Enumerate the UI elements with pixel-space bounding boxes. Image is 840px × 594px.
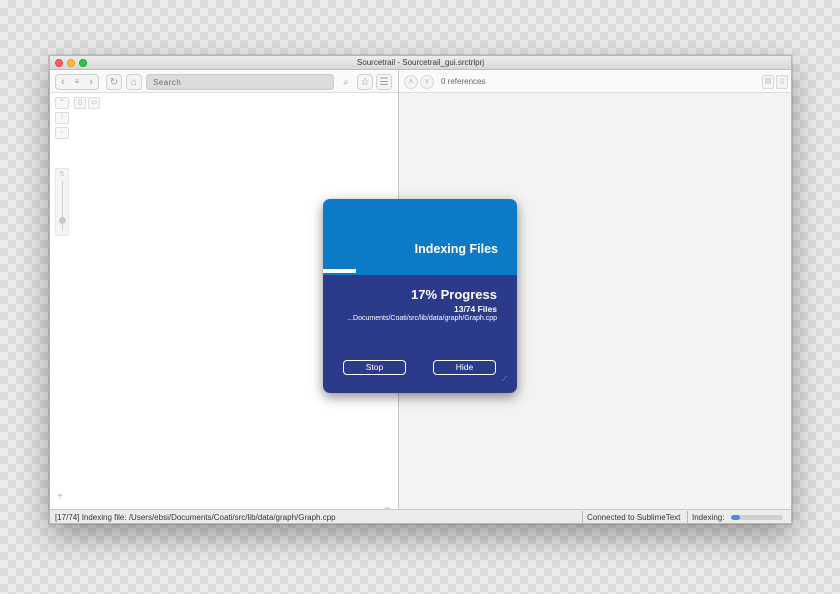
hide-button[interactable]: Hide <box>433 360 496 375</box>
snippet-mode-icon[interactable]: ▤ <box>762 75 774 89</box>
search-button[interactable]: ⌕ <box>338 74 354 90</box>
window-controls <box>55 59 87 67</box>
status-bar: [17/74] Indexing file: /Users/ebsi/Docum… <box>50 509 791 523</box>
graph-top-tools: ▯ ▭ <box>74 97 100 109</box>
previous-reference-button[interactable]: ˄ <box>404 75 418 89</box>
ide-connection-status: Connected to SublimeText <box>587 513 681 522</box>
list-icon[interactable]: ≡ <box>75 75 80 89</box>
navigation-group: ‹ ≡ › <box>55 74 99 90</box>
next-reference-button[interactable]: ˅ <box>420 75 434 89</box>
bookmarks-list-icon: ☰ <box>379 76 389 88</box>
indexing-progress-fill <box>731 515 740 520</box>
indexing-label: Indexing: <box>692 513 725 522</box>
file-icon[interactable]: ▭ <box>88 97 100 109</box>
files-count: 13/74 Files <box>453 304 497 314</box>
depth-slider[interactable]: 5 <box>55 168 69 236</box>
status-separator <box>582 511 583 523</box>
search-icon: ⌕ <box>343 76 349 88</box>
single-file-mode-icon[interactable]: ▯ <box>776 75 788 89</box>
node-icon[interactable]: ◦ <box>55 127 69 139</box>
graph-side-tools: ⌃ ⁝ ◦ <box>55 97 69 142</box>
code-view-tools: ▤ ▯ <box>762 75 788 89</box>
group-icon[interactable]: ⁝ <box>55 112 69 124</box>
search-toolbar: ‹ ≡ › ↻ ⌂ ⌕ ☆ ☰ <box>50 71 398 93</box>
chevron-left-icon[interactable]: ‹ <box>61 75 65 89</box>
refresh-button[interactable]: ↻ <box>106 74 122 90</box>
star-icon: ☆ <box>360 76 370 88</box>
depth-slider-label: 5 <box>60 171 64 178</box>
dialog-body: 17% Progress 13/74 Files ...Documents/Co… <box>323 275 517 393</box>
layout-icon[interactable]: ▯ <box>74 97 86 109</box>
reference-count: 0 references <box>441 77 486 86</box>
stop-button[interactable]: Stop <box>343 360 406 375</box>
collapse-icon[interactable]: ⌃ <box>55 97 69 109</box>
minimize-window-button[interactable] <box>67 59 75 67</box>
close-window-button[interactable] <box>55 59 63 67</box>
code-toolbar: ˄ ˅ 0 references ▤ ▯ <box>399 71 791 93</box>
zoom-in-button[interactable]: + <box>55 492 65 502</box>
title-bar: Sourcetrail - Sourcetrail_gui.srctrlprj <box>50 56 791 70</box>
refresh-icon: ↻ <box>109 76 119 88</box>
indexing-dialog: Indexing Files 17% Progress 13/74 Files … <box>323 199 517 393</box>
depth-slider-knob[interactable] <box>59 217 66 224</box>
chevron-down-icon: ˅ <box>424 77 430 86</box>
dialog-header: Indexing Files <box>323 199 517 275</box>
reference-navigation: ˄ ˅ <box>404 75 434 89</box>
home-button[interactable]: ⌂ <box>126 74 142 90</box>
current-file-path: ...Documents/Coati/src/lib/data/graph/Gr… <box>347 315 497 322</box>
progress-percent: 17% Progress <box>411 287 497 302</box>
status-message: [17/74] Indexing file: /Users/ebsi/Docum… <box>55 513 336 522</box>
status-separator <box>687 511 688 523</box>
dialog-progress-bar <box>323 269 517 273</box>
indexing-progress-bar <box>731 515 783 520</box>
window-title: Sourcetrail - Sourcetrail_gui.srctrlprj <box>356 58 485 67</box>
bookmarks-list-button[interactable]: ☰ <box>376 74 392 90</box>
chevron-up-icon: ˄ <box>408 77 414 86</box>
zoom-window-button[interactable] <box>79 59 87 67</box>
chevron-right-icon[interactable]: › <box>89 75 93 89</box>
resize-grip-icon[interactable]: ⟋ <box>502 376 510 384</box>
bookmark-button[interactable]: ☆ <box>357 74 373 90</box>
dialog-progress-fill <box>323 269 356 273</box>
search-input[interactable] <box>146 74 334 90</box>
dialog-title: Indexing Files <box>414 242 498 256</box>
home-icon: ⌂ <box>130 76 138 88</box>
